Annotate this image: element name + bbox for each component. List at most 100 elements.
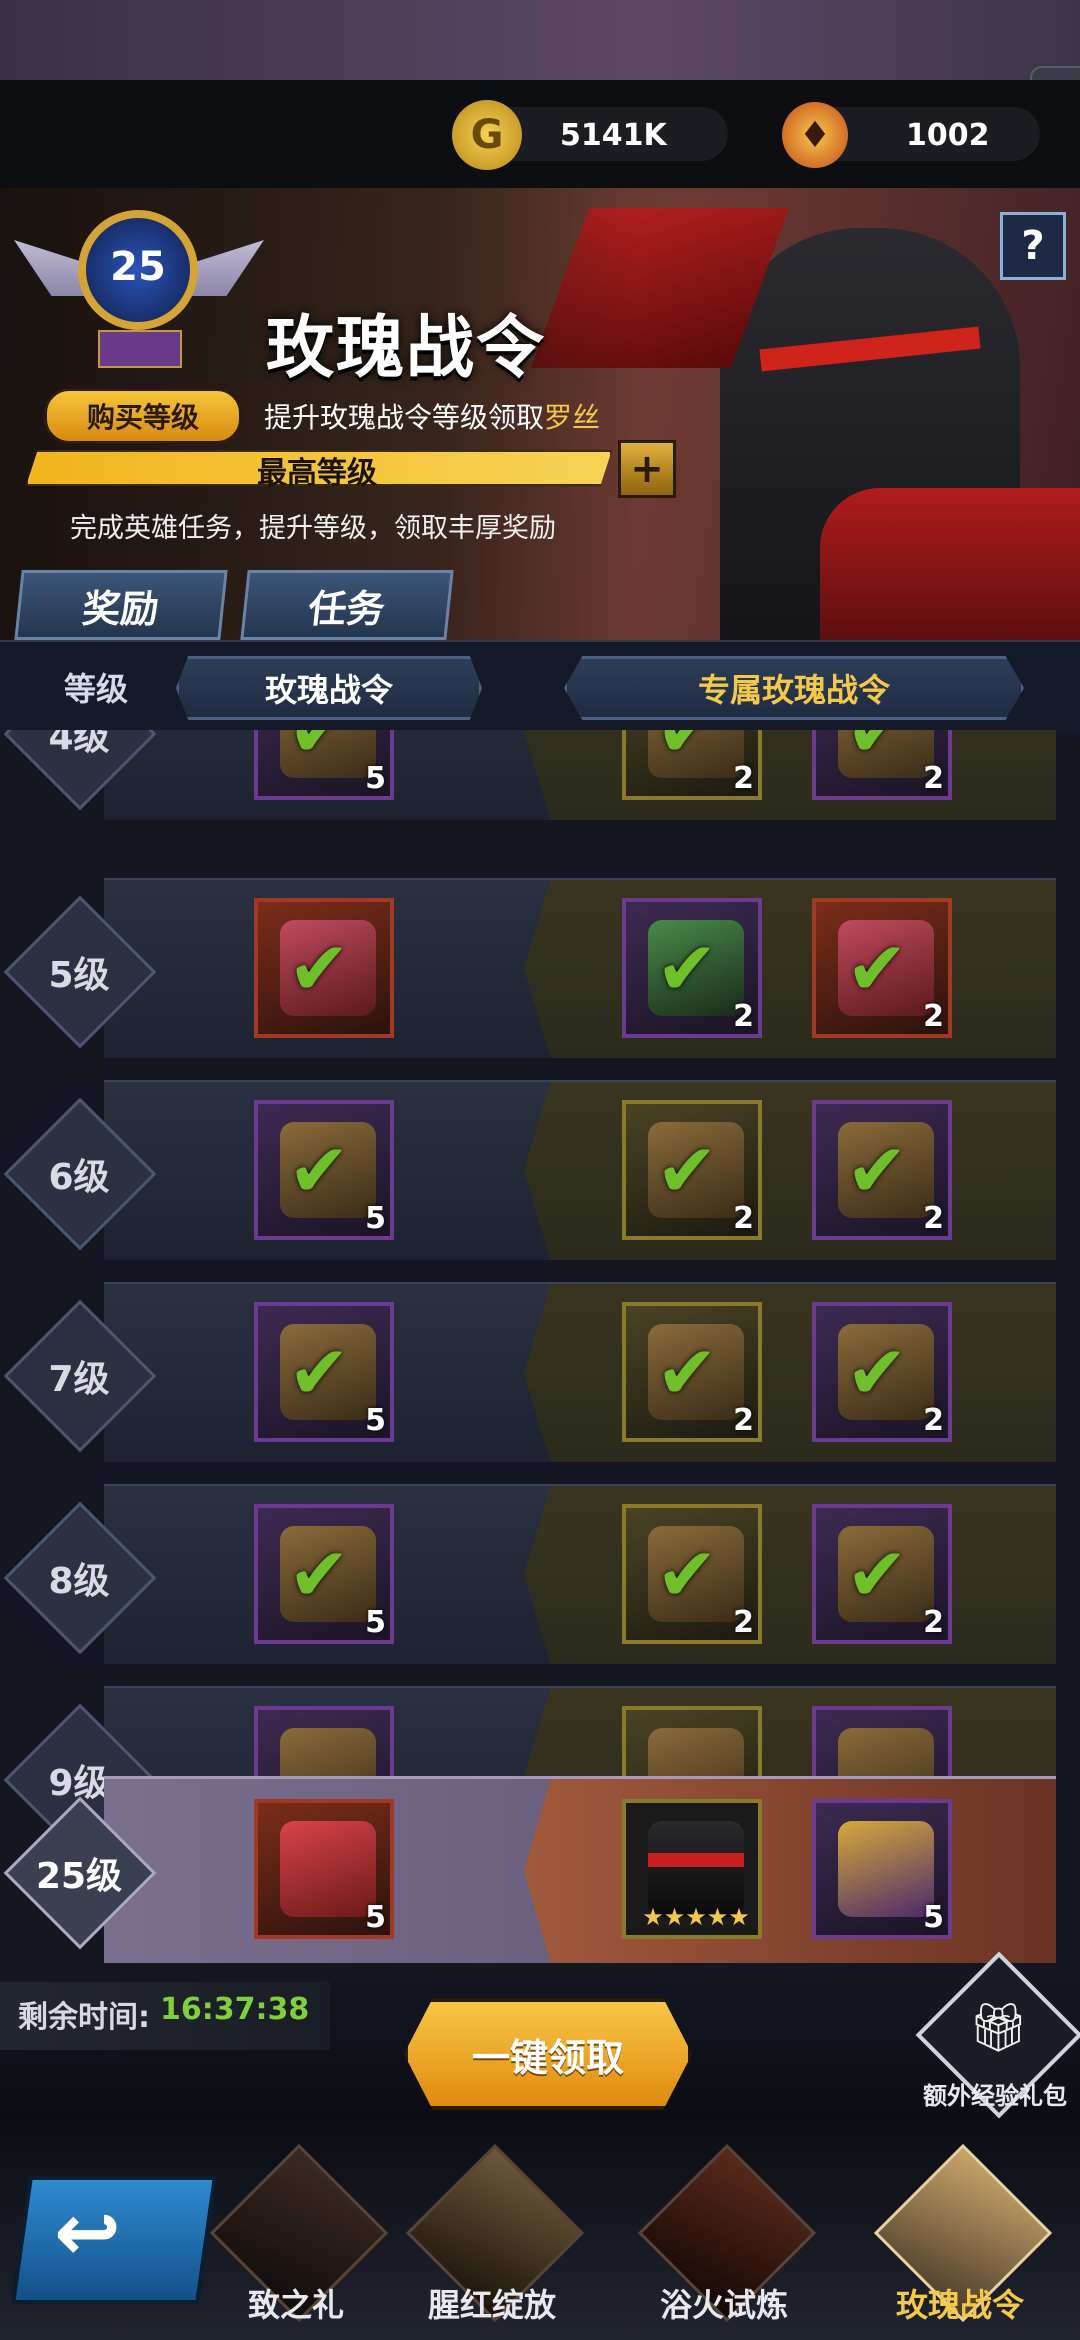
column-free: 玫瑰战令 bbox=[176, 656, 482, 720]
premium-reward-item[interactable]: ✔ 2 bbox=[812, 1100, 952, 1240]
claimed-check-icon: ✔ bbox=[846, 1330, 909, 1416]
item-qty: 2 bbox=[733, 1201, 754, 1236]
gold-value: 5141K bbox=[560, 118, 667, 153]
premium-reward-item[interactable]: ✔ 2 bbox=[622, 898, 762, 1038]
nav-item[interactable]: 浴火试炼 bbox=[624, 2140, 824, 2324]
promo-prefix: 提升玫瑰战令等级领取 bbox=[264, 401, 545, 434]
claimed-check-icon: ✔ bbox=[288, 730, 351, 774]
hero-reward-item[interactable]: ★★★★★ bbox=[622, 1799, 762, 1939]
premium-reward-item[interactable]: ✔ 2 bbox=[812, 730, 952, 800]
timer-value: 16:37:38 bbox=[160, 1992, 310, 2027]
column-premium: 专属玫瑰战令 bbox=[564, 656, 1024, 720]
tab-rewards[interactable]: 奖励 bbox=[14, 570, 228, 640]
claimed-check-icon: ✔ bbox=[288, 1330, 351, 1416]
item-qty: 2 bbox=[733, 1403, 754, 1438]
claimed-check-icon: ✔ bbox=[846, 1128, 909, 1214]
hero-headband bbox=[648, 1853, 744, 1867]
level-emblem: 25 bbox=[14, 196, 264, 368]
buy-level-button[interactable]: 购买等级 bbox=[44, 388, 242, 444]
item-qty: 5 bbox=[365, 1201, 386, 1236]
claimed-check-icon: ✔ bbox=[846, 926, 909, 1012]
item-qty: 2 bbox=[733, 761, 754, 796]
item-qty: 2 bbox=[923, 1403, 944, 1438]
final-reward-row: 25级 5 ★★★★★ 5 bbox=[3, 1776, 1056, 1963]
item-qty: 2 bbox=[733, 999, 754, 1034]
item-qty: 5 bbox=[365, 761, 386, 796]
free-reward-item[interactable]: ✔ 5 bbox=[254, 1100, 394, 1240]
reward-row: 8级 ✔ 5 ✔ 2 ✔ 2 bbox=[3, 1484, 1056, 1664]
row-level: 4级 bbox=[48, 730, 110, 758]
hint-text: 完成英雄任务，提升等级，领取丰厚奖励 bbox=[70, 513, 556, 544]
item-qty: 5 bbox=[365, 1605, 386, 1640]
page-title: 玫瑰战令 bbox=[266, 309, 547, 388]
reward-row: 4级 ✔ 5 ✔ 2 ✔ 2 bbox=[3, 730, 1056, 820]
reward-row: 7级 ✔ 5 ✔ 2 ✔ 2 bbox=[3, 1282, 1056, 1462]
reward-row: 5级 ✔ ✔ 2 ✔ 2 bbox=[3, 878, 1056, 1058]
claimed-check-icon: ✔ bbox=[846, 730, 909, 774]
item-qty: 2 bbox=[923, 1605, 944, 1640]
help-button[interactable]: ? bbox=[1000, 212, 1066, 280]
premium-reward-item[interactable]: ✔ 2 bbox=[812, 898, 952, 1038]
column-level: 等级 bbox=[64, 670, 129, 708]
claimed-check-icon: ✔ bbox=[288, 1128, 351, 1214]
promo-highlight: 罗丝 bbox=[544, 401, 601, 434]
add-level-button[interactable]: + bbox=[618, 440, 676, 498]
row-level: 6级 bbox=[48, 1157, 110, 1198]
extra-pack-label: 额外经验礼包 bbox=[923, 2082, 1067, 2110]
gold-chest-icon bbox=[838, 1821, 934, 1917]
item-qty: 2 bbox=[733, 1605, 754, 1640]
premium-reward-item[interactable]: ✔ 2 bbox=[812, 1302, 952, 1442]
progress-text: 最高等级 bbox=[257, 456, 377, 491]
red-chest-icon bbox=[280, 1821, 376, 1917]
claimed-check-icon: ✔ bbox=[656, 730, 719, 774]
nav-label: 腥红绽放 bbox=[427, 2286, 556, 2324]
nav-label: 玫瑰战令 bbox=[895, 2286, 1024, 2324]
claimed-check-icon: ✔ bbox=[656, 1330, 719, 1416]
gift-icon: 🎁︎ bbox=[968, 2000, 1029, 2056]
claimed-check-icon: ✔ bbox=[656, 1128, 719, 1214]
free-reward-item[interactable]: ✔ 5 bbox=[254, 1302, 394, 1442]
premium-cell bbox=[524, 1486, 1056, 1664]
top-decoration bbox=[0, 0, 1080, 80]
promo-text: 提升玫瑰战令等级领取罗丝 bbox=[264, 396, 600, 436]
nav-item[interactable]: 腥红绽放 bbox=[392, 2140, 592, 2324]
premium-reward-item[interactable]: ✔ 2 bbox=[812, 1504, 952, 1644]
claimed-check-icon: ✔ bbox=[656, 1532, 719, 1618]
premium-reward-item[interactable]: ✔ 2 bbox=[622, 1100, 762, 1240]
claim-all-button[interactable]: 一键领取 bbox=[404, 1998, 692, 2110]
row-level: 8级 bbox=[48, 1561, 110, 1602]
free-reward-item[interactable]: ✔ bbox=[254, 898, 394, 1038]
nav-item-active[interactable]: 玫瑰战令 bbox=[860, 2140, 1060, 2324]
reward-list[interactable]: 4级 ✔ 5 ✔ 2 ✔ 2 5级 ✔ ✔ 2 ✔ 2 6级 ✔ 5 ✔ 2 ✔ 2 7级 ✔ 5… bbox=[0, 730, 1080, 1830]
emblem-base bbox=[98, 330, 182, 368]
free-reward-item[interactable]: 5 bbox=[254, 1799, 394, 1939]
row-level: 7级 bbox=[48, 1359, 110, 1400]
claimed-check-icon: ✔ bbox=[288, 926, 351, 1012]
gold-coin-icon: G bbox=[452, 100, 522, 170]
item-qty: 5 bbox=[923, 1900, 944, 1935]
nav-item[interactable]: 致之礼 bbox=[196, 2140, 396, 2324]
free-reward-item[interactable]: ✔ 5 bbox=[254, 1504, 394, 1644]
reward-row: 6级 ✔ 5 ✔ 2 ✔ 2 bbox=[3, 1080, 1056, 1260]
premium-reward-item[interactable]: ✔ 2 bbox=[622, 730, 762, 800]
row-level: 5级 bbox=[48, 955, 110, 996]
item-qty: 2 bbox=[923, 999, 944, 1034]
hero-armor bbox=[820, 488, 1080, 640]
nav-label: 浴火试炼 bbox=[659, 2286, 788, 2324]
premium-reward-item[interactable]: ✔ 2 bbox=[622, 1504, 762, 1644]
premium-cell bbox=[524, 1284, 1056, 1462]
row-level: 25级 bbox=[35, 1856, 123, 1897]
star-rating: ★★★★★ bbox=[642, 1903, 750, 1931]
fire-gem-icon: ♦ bbox=[782, 102, 848, 168]
premium-reward-item[interactable]: 5 bbox=[812, 1799, 952, 1939]
nav-label: 致之礼 bbox=[247, 2286, 344, 2324]
level-number: 25 bbox=[110, 244, 166, 290]
claimed-check-icon: ✔ bbox=[656, 926, 719, 1012]
item-qty: 5 bbox=[365, 1403, 386, 1438]
premium-reward-item[interactable]: ✔ 2 bbox=[622, 1302, 762, 1442]
tab-tasks[interactable]: 任务 bbox=[240, 570, 454, 640]
free-reward-item[interactable]: ✔ 5 bbox=[254, 730, 394, 800]
claimed-check-icon: ✔ bbox=[288, 1532, 351, 1618]
claimed-check-icon: ✔ bbox=[846, 1532, 909, 1618]
item-qty: 2 bbox=[923, 761, 944, 796]
